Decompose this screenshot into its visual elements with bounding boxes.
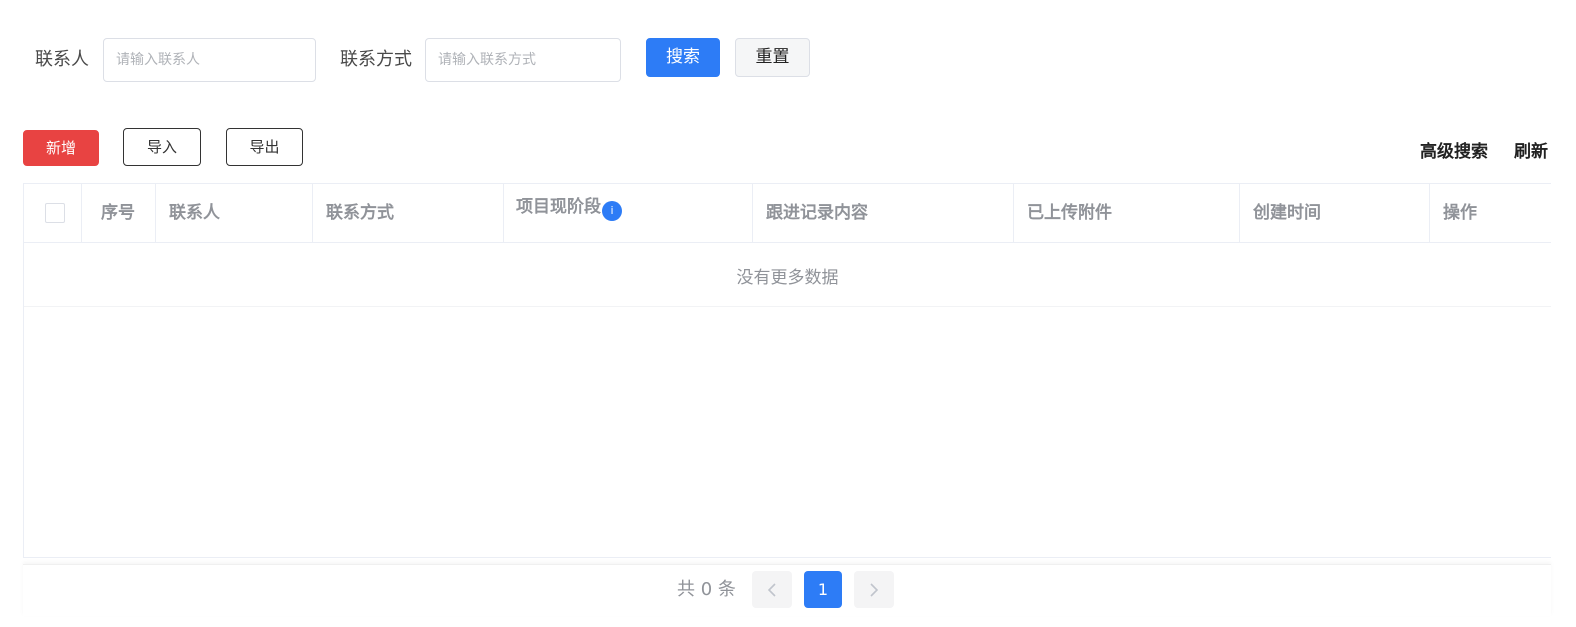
search-button[interactable]: 搜索	[646, 38, 720, 77]
column-header[interactable]: 操作	[1430, 184, 1552, 242]
column-header[interactable]: 联系方式	[313, 184, 504, 242]
empty-text: 没有更多数据	[736, 268, 839, 288]
column-header[interactable]: 已上传附件	[1014, 184, 1240, 242]
total-count: 共 0 条	[677, 579, 736, 600]
contact-label: 联系人	[35, 49, 89, 70]
add-button[interactable]: 新增	[23, 130, 99, 166]
chevron-right-icon	[870, 583, 879, 597]
prev-page-button[interactable]	[752, 571, 792, 608]
refresh-link[interactable]: 刷新	[1514, 141, 1548, 163]
reset-button[interactable]: 重置	[735, 38, 810, 77]
chevron-left-icon	[767, 583, 776, 597]
contact-method-input[interactable]	[425, 38, 621, 82]
import-button[interactable]: 导入	[123, 128, 201, 166]
column-header-label: 项目现阶段	[516, 197, 601, 217]
contact-method-label: 联系方式	[340, 49, 412, 70]
advanced-search-link[interactable]: 高级搜索	[1420, 141, 1488, 163]
column-header[interactable]: 创建时间	[1240, 184, 1430, 242]
select-all-cell	[24, 184, 82, 242]
contact-input[interactable]	[103, 38, 316, 82]
column-header[interactable]: 跟进记录内容	[753, 184, 1014, 242]
column-header[interactable]: 联系人	[156, 184, 313, 242]
table-header: 序号 联系人 联系方式 项目现阶段 i 跟进记录内容 已上传附件 创建时间 操作	[24, 184, 1551, 243]
info-icon[interactable]: i	[602, 201, 622, 221]
select-all-checkbox[interactable]	[45, 203, 65, 223]
page-number-current[interactable]: 1	[804, 571, 842, 608]
data-table: 序号 联系人 联系方式 项目现阶段 i 跟进记录内容 已上传附件 创建时间 操作 …	[23, 183, 1551, 558]
empty-row: 没有更多数据	[24, 243, 1551, 307]
column-header-stage[interactable]: 项目现阶段 i	[504, 184, 753, 242]
export-button[interactable]: 导出	[226, 128, 303, 166]
next-page-button[interactable]	[854, 571, 894, 608]
column-header[interactable]: 序号	[82, 184, 156, 242]
